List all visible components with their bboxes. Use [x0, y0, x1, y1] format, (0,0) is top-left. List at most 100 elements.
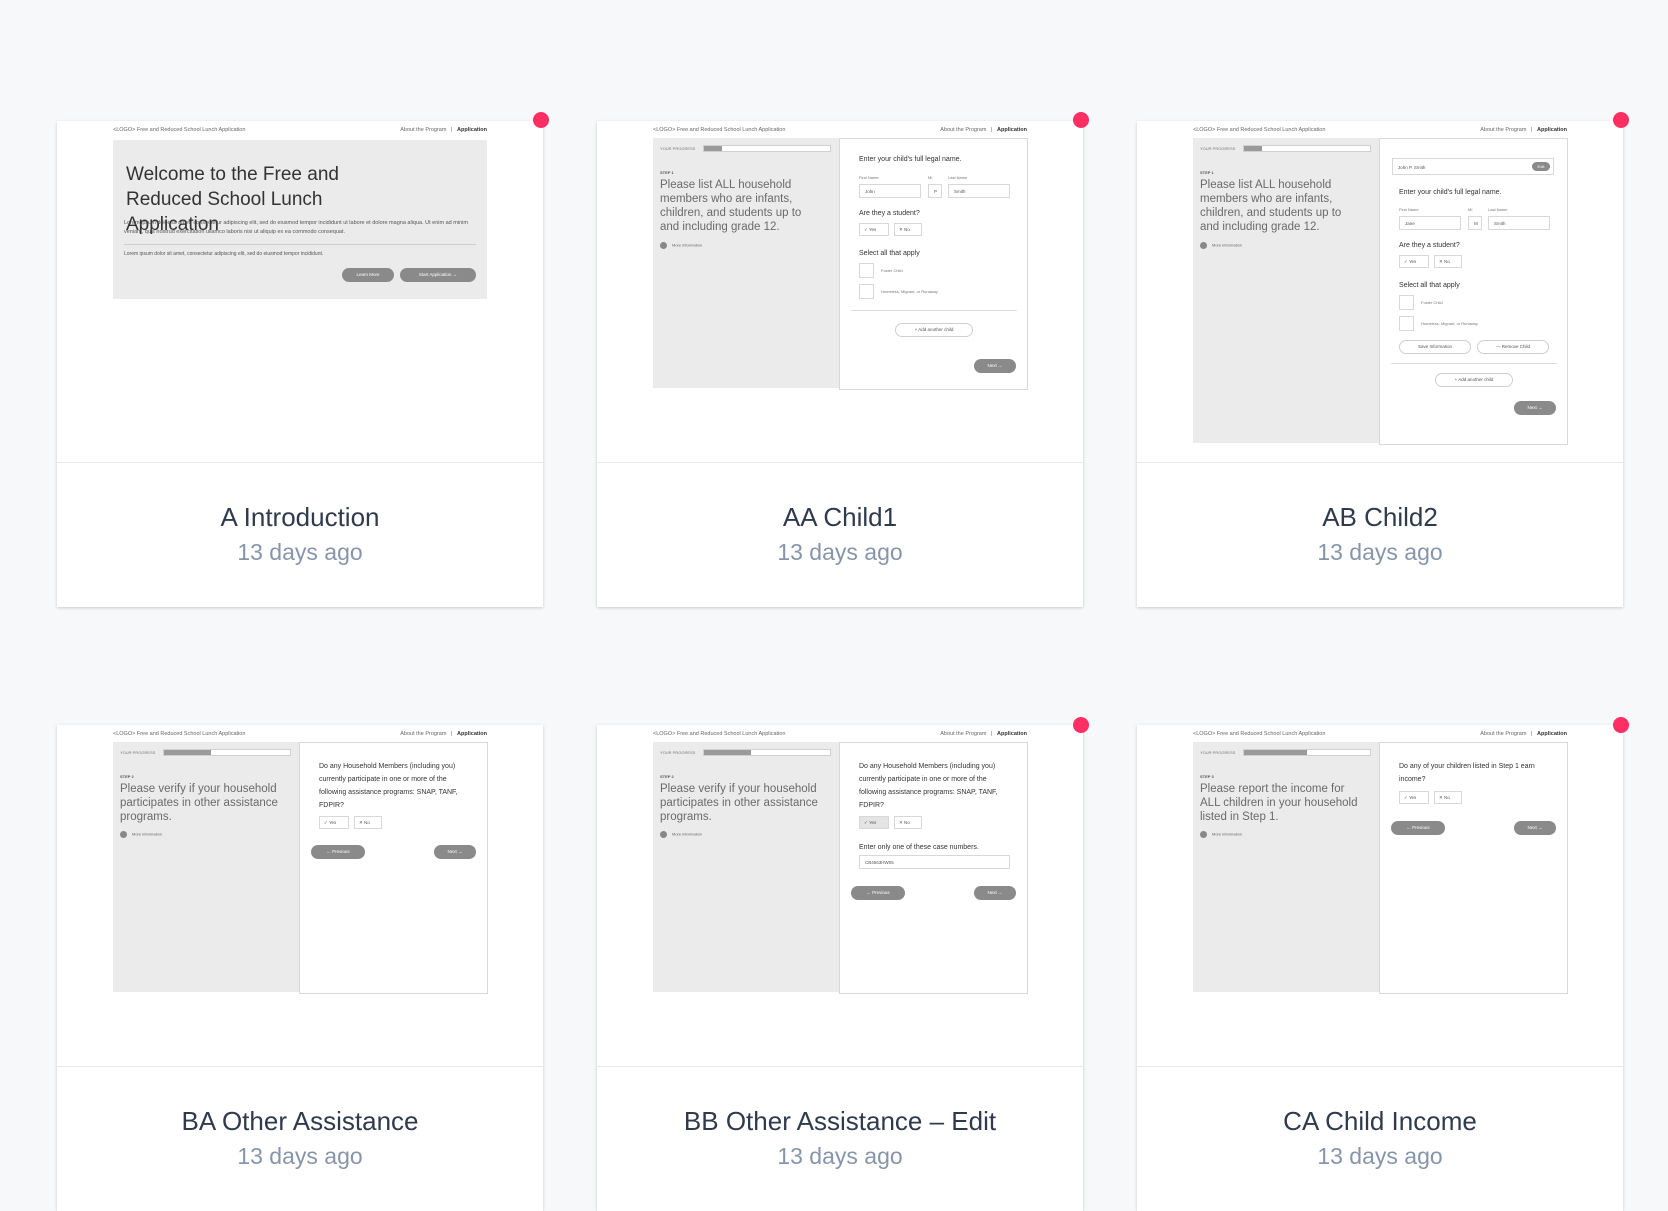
wf-header: <LOGO> Free and Reduced School Lunch App…	[653, 729, 1027, 741]
new-indicator-dot	[533, 112, 549, 128]
wf-nav-sep: |	[451, 731, 453, 737]
wf-logo: <LOGO> Free and Reduced School Lunch App…	[113, 127, 246, 133]
wf-step-label: STEP 2	[120, 774, 134, 779]
card-title: BA Other Assistance	[181, 1106, 419, 1136]
wf-last-label: Last Name	[1488, 207, 1508, 212]
card-date: 13 days ago	[237, 539, 363, 565]
wf-option-foster: Foster Child	[1421, 300, 1443, 305]
wf-previous-button: ← Previous	[851, 886, 905, 900]
wf-remove-child-button: — Remove Child	[1477, 340, 1549, 354]
thumbnail[interactable]: <LOGO> Free and Reduced School Lunch App…	[1137, 121, 1623, 462]
card-divider	[1137, 462, 1623, 463]
wf-next-button: Next →	[974, 359, 1016, 373]
wf-header: <LOGO> Free and Reduced School Lunch App…	[1193, 125, 1567, 137]
wf-nav-application: Application	[457, 127, 487, 133]
wf-logo: <LOGO> Free and Reduced School Lunch App…	[653, 127, 786, 133]
wf-yes-option-selected: ✓ Yes	[859, 816, 889, 829]
wf-nav-about: About the Program	[1480, 127, 1527, 133]
wf-nav-sep: |	[451, 127, 453, 133]
wf-enter-name: Enter your child's full legal name.	[859, 156, 962, 163]
wf-mi-input: M	[1468, 216, 1482, 230]
wf-progress-bar	[1243, 145, 1371, 152]
wf-checkbox	[859, 263, 874, 278]
wf-right-panel: John P. Smith Edit Enter your child's fu…	[1379, 138, 1568, 445]
card-ab-child2[interactable]: <LOGO> Free and Reduced School Lunch App…	[1137, 121, 1623, 607]
card-ba-other-assistance[interactable]: <LOGO> Free and Reduced School Lunch App…	[57, 725, 543, 1211]
wf-step-label: STEP 3	[1200, 774, 1214, 779]
wf-more-info: More information	[1200, 831, 1242, 838]
wf-progress-bar	[703, 749, 831, 756]
wf-checkbox	[859, 284, 874, 299]
wf-case-label: Enter only one of these case numbers.	[859, 844, 979, 851]
wf-add-child-button: + Add another child	[895, 323, 973, 337]
wf-mi-label: MI	[928, 175, 933, 180]
wf-previous-button: ← Previous	[1391, 821, 1445, 835]
card-title: AB Child2	[1322, 502, 1438, 532]
wf-logo: <LOGO> Free and Reduced School Lunch App…	[1193, 731, 1326, 737]
wf-yes-option: ✓ Yes	[319, 816, 349, 829]
wf-select-all: Select all that apply	[859, 250, 920, 257]
wf-logo: <LOGO> Free and Reduced School Lunch App…	[1193, 127, 1326, 133]
thumbnail[interactable]: <LOGO> Free and Reduced School Lunch App…	[597, 121, 1083, 462]
wf-next-button: Next →	[434, 845, 476, 859]
wf-select-all: Select all that apply	[1399, 282, 1460, 289]
wf-no-option: ✕ No	[894, 223, 922, 236]
wf-step-question: Please report the income for ALL childre…	[1200, 783, 1358, 823]
wf-left-panel: YOUR PROGRESS STEP 2 Please verify if yo…	[653, 742, 840, 992]
wf-header: <LOGO> Free and Reduced School Lunch App…	[653, 125, 1027, 137]
wf-step-label: STEP 1	[1200, 170, 1214, 175]
wf-last-label: Last Name	[948, 175, 968, 180]
wf-start-application-button: Start Application →	[400, 268, 476, 282]
wf-more-info: More information	[660, 831, 702, 838]
card-divider	[57, 1066, 543, 1067]
wf-mi-input: P	[928, 184, 942, 198]
wf-nav-application: Application	[997, 731, 1027, 737]
wf-nav-sep: |	[1531, 127, 1533, 133]
wf-header: <LOGO> Free and Reduced School Lunch App…	[1193, 729, 1567, 741]
card-aa-child1[interactable]: <LOGO> Free and Reduced School Lunch App…	[597, 121, 1083, 607]
wf-nav-sep: |	[991, 731, 993, 737]
thumbnail[interactable]: <LOGO> Free and Reduced School Lunch App…	[597, 725, 1083, 1066]
new-indicator-dot	[1613, 717, 1629, 733]
thumbnail[interactable]: <LOGO> Free and Reduced School Lunch App…	[57, 725, 543, 1066]
wf-progress-label: YOUR PROGRESS	[1200, 750, 1236, 755]
wf-learn-more-button: Learn More	[342, 268, 394, 282]
wf-progress-bar	[163, 749, 291, 756]
wf-intro-panel: Welcome to the Free and Reduced School L…	[113, 140, 487, 299]
wf-no-option: ✕ No	[894, 816, 922, 829]
card-title: BB Other Assistance – Edit	[683, 1106, 997, 1136]
wf-student-question: Are they a student?	[1399, 242, 1460, 249]
wf-nav-about: About the Program	[940, 127, 987, 133]
card-date: 13 days ago	[1317, 539, 1443, 565]
wf-next-button: Next →	[1514, 401, 1556, 415]
wf-yes-option: ✓ Yes	[1399, 791, 1429, 804]
card-divider	[1137, 1066, 1623, 1067]
wf-no-option: ✕ No	[354, 816, 382, 829]
card-ca-child-income[interactable]: <LOGO> Free and Reduced School Lunch App…	[1137, 725, 1623, 1211]
wf-next-button: Next →	[1514, 821, 1556, 835]
wf-step-label: STEP 1	[660, 170, 674, 175]
card-divider	[597, 1066, 1083, 1067]
card-a-introduction[interactable]: <LOGO> Free and Reduced School Lunch App…	[57, 121, 543, 607]
wf-right-panel: Do any Household Members (including you)…	[839, 742, 1028, 994]
new-indicator-dot	[1073, 112, 1089, 128]
wf-more-info: More information	[660, 242, 702, 249]
card-date: 13 days ago	[777, 1143, 903, 1169]
wf-case-input: CB4563HW05	[859, 855, 1010, 869]
wf-edit-button: Edit	[1532, 162, 1550, 171]
wf-enter-name: Enter your child's full legal name.	[1399, 189, 1502, 196]
wf-last-input: Smith	[1488, 216, 1550, 230]
wf-nav-about: About the Program	[400, 127, 447, 133]
wf-right-panel: Enter your child's full legal name. Firs…	[839, 138, 1028, 390]
wf-option-foster: Foster Child	[881, 268, 903, 273]
thumbnail[interactable]: <LOGO> Free and Reduced School Lunch App…	[1137, 725, 1623, 1066]
wf-nav-application: Application	[1537, 731, 1567, 737]
wf-progress-label: YOUR PROGRESS	[660, 750, 696, 755]
wf-logo: <LOGO> Free and Reduced School Lunch App…	[113, 731, 246, 737]
new-indicator-dot	[1613, 112, 1629, 128]
wf-option-homeless: Homeless, Migrant, or Runaway	[881, 289, 938, 294]
card-title: A Introduction	[220, 502, 380, 532]
thumbnail[interactable]: <LOGO> Free and Reduced School Lunch App…	[57, 121, 543, 462]
wf-add-child-button: + Add another child	[1435, 373, 1513, 387]
card-bb-other-assistance-edit[interactable]: <LOGO> Free and Reduced School Lunch App…	[597, 725, 1083, 1211]
